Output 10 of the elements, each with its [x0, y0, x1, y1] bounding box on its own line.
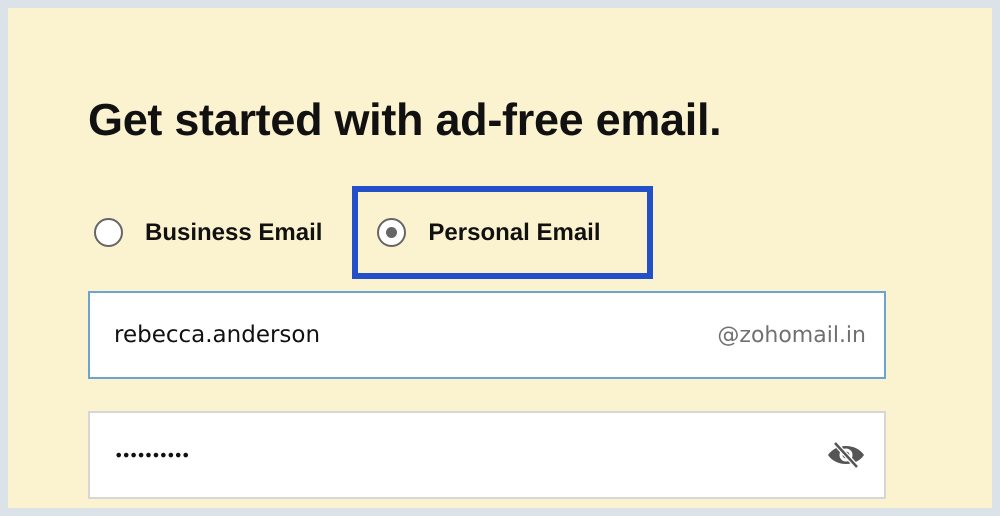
email-field[interactable]: rebecca.anderson — [114, 322, 718, 348]
radio-label[interactable]: Personal Email — [428, 218, 600, 246]
heading: Get started with ad-free email. — [88, 94, 722, 146]
domain-suffix: @zohomail.in — [717, 322, 866, 348]
radio-label[interactable]: Business Email — [88, 186, 328, 279]
radio-button[interactable] — [377, 218, 406, 247]
password-field[interactable]: •••••••••• — [114, 446, 826, 464]
eye-slash-icon[interactable] — [826, 440, 866, 470]
radio-label[interactable]: Business Email — [145, 218, 322, 246]
radio-button[interactable] — [94, 218, 123, 247]
